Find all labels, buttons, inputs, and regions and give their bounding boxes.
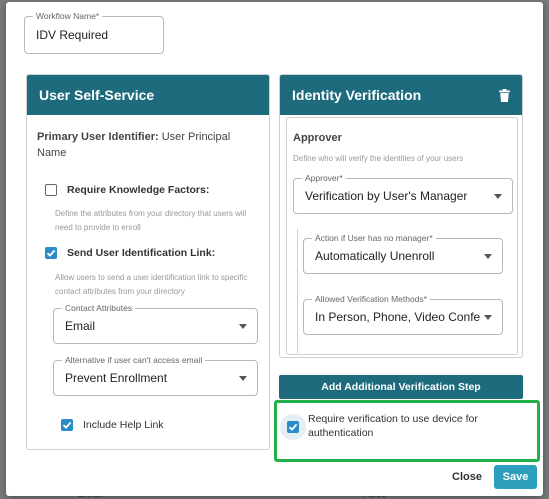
identification-link-helper: Allow users to send a user identificatio… (55, 273, 248, 296)
user-self-service-panel: User Self-Service Primary User Identifie… (26, 74, 270, 450)
check-icon (46, 249, 56, 257)
user-self-service-header: User Self-Service (27, 75, 269, 115)
save-button[interactable]: Save (494, 465, 537, 489)
chevron-down-icon (494, 194, 502, 199)
contact-attributes-select[interactable]: Contact Attributes Email (53, 303, 258, 344)
workflow-name-value: IDV Required (36, 28, 109, 42)
identification-link-checkbox[interactable] (45, 247, 57, 259)
chevron-down-icon (239, 376, 247, 381)
chevron-down-icon (484, 315, 492, 320)
no-manager-select[interactable]: Action if User has no manager* Automatic… (303, 233, 503, 274)
help-link-label: Include Help Link (83, 419, 164, 431)
knowledge-factors-label: Require Knowledge Factors: (67, 184, 210, 196)
alternative-value: Prevent Enrollment (65, 371, 168, 385)
help-link-checkbox[interactable] (61, 419, 73, 431)
device-verification-label: Require verification to use device for a… (308, 413, 478, 439)
identity-verification-title: Identity Verification (292, 87, 422, 103)
close-button[interactable]: Close (452, 471, 482, 483)
approver-select[interactable]: Approver* Verification by User's Manager (293, 173, 513, 214)
verification-methods-select[interactable]: Allowed Verification Methods* In Person,… (303, 294, 503, 335)
knowledge-factors-helper: Define the attributes from your director… (55, 209, 247, 232)
user-self-service-title: User Self-Service (39, 87, 155, 103)
approver-section: Approver Define who will verify the iden… (286, 117, 518, 355)
primary-identifier-label: Primary User Identifier: (37, 131, 159, 143)
primary-identifier: Primary User Identifier: User Principal … (37, 129, 247, 161)
chevron-down-icon (239, 324, 247, 329)
approver-helper: Define who will verify the identities of… (293, 154, 464, 163)
verification-methods-value: In Person, Phone, Video Confere... (315, 310, 480, 324)
approver-value: Verification by User's Manager (305, 189, 468, 203)
alternative-select[interactable]: Alternative if user can't access email P… (53, 355, 258, 396)
trash-icon[interactable] (499, 89, 510, 102)
approver-title: Approver (293, 132, 342, 144)
check-icon (62, 421, 72, 429)
contact-attributes-value: Email (65, 319, 96, 333)
nested-divider (297, 229, 298, 353)
identity-verification-header: Identity Verification (280, 75, 522, 115)
chevron-down-icon (484, 254, 492, 259)
identity-verification-panel: Identity Verification Approver Define wh… (279, 74, 523, 358)
no-manager-value: Automatically Unenroll (315, 249, 435, 263)
knowledge-factors-checkbox[interactable] (45, 184, 57, 196)
workflow-dialog: Workflow Name* IDV Required User Self-Se… (6, 2, 543, 496)
identification-link-label: Send User Identification Link: (67, 247, 216, 259)
add-verification-step-button[interactable]: Add Additional Verification Step (279, 375, 523, 399)
check-icon (288, 423, 298, 431)
device-verification-checkbox[interactable] (287, 421, 299, 433)
workflow-name-field[interactable]: Workflow Name* IDV Required (24, 11, 164, 54)
